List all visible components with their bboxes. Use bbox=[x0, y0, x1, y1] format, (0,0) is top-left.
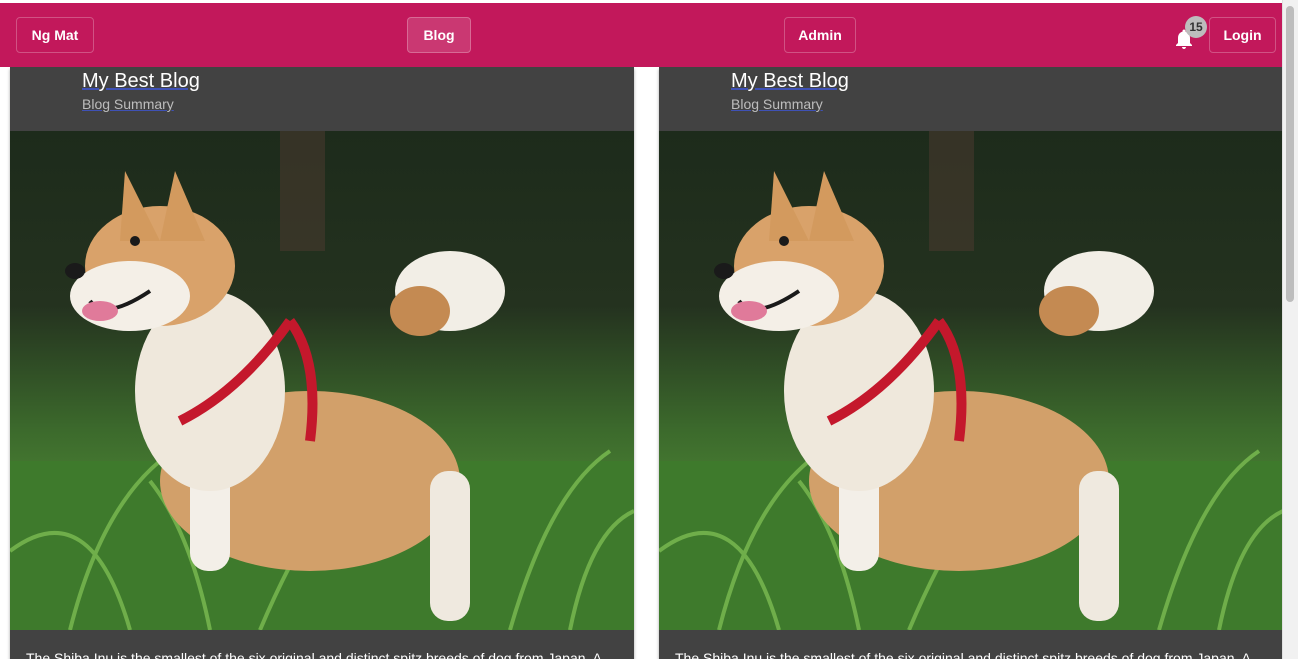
admin-nav-button[interactable]: Admin bbox=[784, 17, 856, 53]
card-title[interactable]: My Best Blog bbox=[82, 69, 200, 93]
vertical-scrollbar[interactable] bbox=[1282, 0, 1298, 659]
card-header: My Best Blog Blog Summary bbox=[731, 69, 849, 114]
card-title[interactable]: My Best Blog bbox=[731, 69, 849, 93]
card-subtitle[interactable]: Blog Summary bbox=[82, 94, 200, 114]
scrollbar-thumb[interactable] bbox=[1286, 6, 1294, 302]
shiba-inu-image bbox=[659, 131, 1282, 630]
blog-nav-button[interactable]: Blog bbox=[407, 17, 471, 53]
top-toolbar: Ng Mat Blog Admin 15 Login bbox=[0, 3, 1282, 67]
card-subtitle[interactable]: Blog Summary bbox=[731, 94, 849, 114]
blog-card: My Best Blog Blog Summary The Shiba Inu … bbox=[659, 67, 1282, 659]
login-button[interactable]: Login bbox=[1209, 17, 1276, 53]
blog-card: My Best Blog Blog Summary The Shiba Inu … bbox=[10, 67, 634, 659]
card-content-text: The Shiba Inu is the smallest of the six… bbox=[675, 650, 1251, 659]
card-header: My Best Blog Blog Summary bbox=[82, 69, 200, 114]
notification-badge: 15 bbox=[1185, 16, 1207, 38]
shiba-inu-image bbox=[10, 131, 634, 630]
blog-list: My Best Blog Blog Summary The Shiba Inu … bbox=[0, 67, 1282, 659]
brand-button[interactable]: Ng Mat bbox=[16, 17, 94, 53]
card-content-text: The Shiba Inu is the smallest of the six… bbox=[26, 650, 602, 659]
